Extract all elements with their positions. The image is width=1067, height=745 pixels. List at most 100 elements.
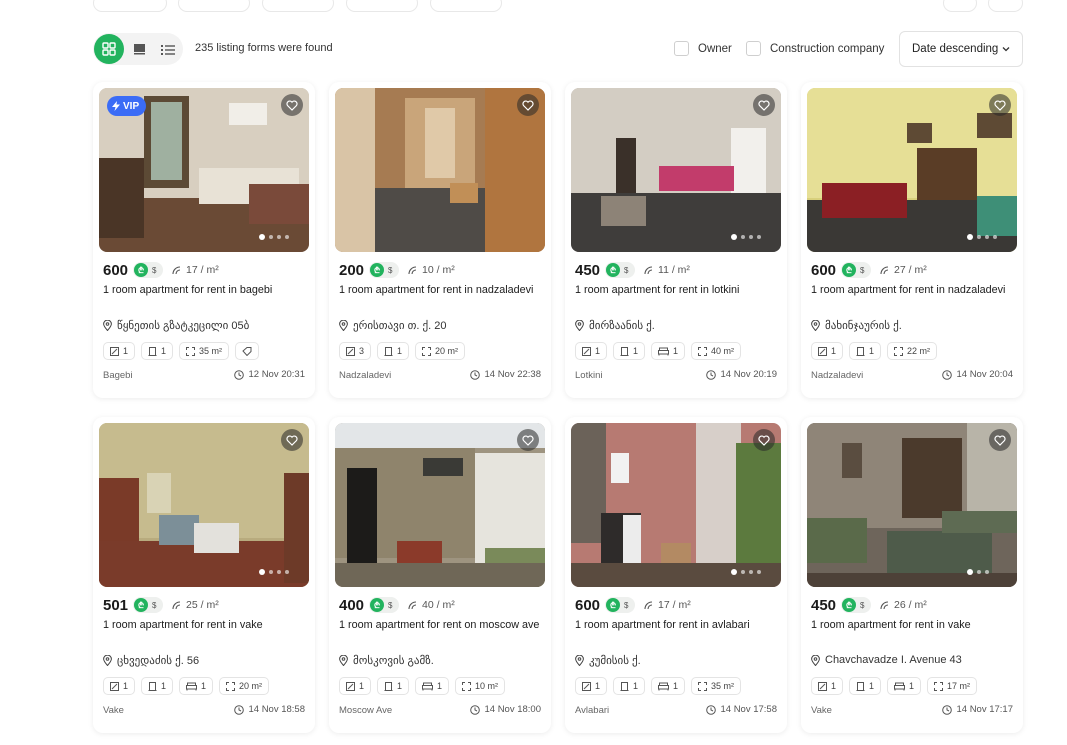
favorite-button[interactable]: [989, 429, 1011, 451]
heart-icon: [758, 434, 770, 446]
usd-currency-icon[interactable]: $: [152, 266, 156, 275]
listing-photo[interactable]: [335, 423, 545, 587]
sort-select[interactable]: Date descending: [899, 31, 1023, 67]
card-view-button[interactable]: [124, 33, 154, 65]
usd-currency-icon[interactable]: $: [152, 601, 156, 610]
listing-title[interactable]: 1 room apartment for rent on moscow ave: [339, 618, 543, 632]
currency-toggle[interactable]: ₾ $: [369, 597, 400, 613]
usd-currency-icon[interactable]: $: [860, 266, 864, 275]
clock-icon: [234, 369, 245, 380]
gel-currency-icon[interactable]: ₾: [370, 598, 385, 612]
listing-address: მირზაანის ქ.: [575, 319, 655, 332]
listing-card[interactable]: 200 ₾ $ 10 / m² 1 room apartment for ren…: [329, 82, 551, 398]
favorite-button[interactable]: [517, 429, 539, 451]
listing-title[interactable]: 1 room apartment for rent in lotkini: [575, 283, 779, 297]
owner-checkbox[interactable]: [674, 41, 689, 56]
usd-currency-icon[interactable]: $: [624, 601, 628, 610]
listing-photo[interactable]: [571, 423, 781, 587]
bedrooms-tag: 1: [141, 342, 174, 360]
favorite-button[interactable]: [281, 94, 303, 116]
gel-currency-icon[interactable]: ₾: [606, 598, 621, 612]
gel-currency-icon[interactable]: ₾: [842, 598, 857, 612]
usd-currency-icon[interactable]: $: [388, 266, 392, 275]
gel-currency-icon[interactable]: ₾: [134, 263, 149, 277]
currency-toggle[interactable]: ₾ $: [841, 597, 872, 613]
currency-toggle[interactable]: ₾ $: [841, 262, 872, 278]
favorite-button[interactable]: [281, 429, 303, 451]
favorite-button[interactable]: [753, 429, 775, 451]
listing-title[interactable]: 1 room apartment for rent in avlabari: [575, 618, 779, 632]
favorite-button[interactable]: [753, 94, 775, 116]
rooms-tag: 3: [339, 342, 372, 360]
filter-pill[interactable]: [178, 0, 250, 12]
currency-toggle[interactable]: ₾ $: [369, 262, 400, 278]
gel-currency-icon[interactable]: ₾: [606, 263, 621, 277]
photo-pagination[interactable]: [259, 569, 289, 575]
photo-pagination[interactable]: [967, 569, 989, 575]
filter-pill[interactable]: [943, 0, 977, 12]
listing-photo[interactable]: [571, 88, 781, 252]
price: 400: [339, 596, 365, 614]
listing-card[interactable]: 501 ₾ $ 25 / m² 1 room apartment for ren…: [93, 417, 315, 733]
currency-toggle[interactable]: ₾ $: [605, 597, 636, 613]
room-photo: [99, 423, 309, 587]
price: 200: [339, 261, 365, 279]
usd-currency-icon[interactable]: $: [860, 601, 864, 610]
room-photo: [807, 88, 1017, 252]
listing-card[interactable]: 400 ₾ $ 40 / m² 1 room apartment for ren…: [329, 417, 551, 733]
address-text: ერისთავი თ. ქ. 20: [353, 320, 447, 332]
gel-currency-icon[interactable]: ₾: [134, 598, 149, 612]
area-tag: 22 m²: [887, 342, 938, 360]
district-label: Vake: [811, 705, 832, 716]
currency-toggle[interactable]: ₾ $: [133, 597, 164, 613]
listing-card[interactable]: 600 ₾ $ 17 / m² 1 room apartment for ren…: [565, 417, 787, 733]
construction-company-filter[interactable]: Construction company: [746, 41, 884, 56]
photo-pagination[interactable]: [967, 234, 997, 240]
gel-currency-icon[interactable]: ₾: [842, 263, 857, 277]
heart-icon: [994, 434, 1006, 446]
feature-tags: 1 1 1 20 m²: [103, 677, 270, 695]
listing-title[interactable]: 1 room apartment for rent in nadzaladevi: [339, 283, 543, 297]
price-per-sqm: 17 / m²: [644, 599, 691, 611]
listing-card[interactable]: 450 ₾ $ 11 / m² 1 room apartment for ren…: [565, 82, 787, 398]
usd-currency-icon[interactable]: $: [624, 266, 628, 275]
heart-icon: [522, 99, 534, 111]
gel-currency-icon[interactable]: ₾: [370, 263, 385, 277]
filter-pill[interactable]: [346, 0, 418, 12]
listing-title[interactable]: 1 room apartment for rent in bagebi: [103, 283, 307, 297]
listing-title[interactable]: 1 room apartment for rent in vake: [103, 618, 307, 632]
price-tag-icon: [880, 600, 889, 609]
filter-pill[interactable]: [262, 0, 334, 12]
filter-pill[interactable]: [93, 0, 167, 12]
photo-pagination[interactable]: [731, 569, 761, 575]
currency-toggle[interactable]: ₾ $: [605, 262, 636, 278]
clock-icon: [706, 704, 717, 715]
listing-photo[interactable]: VIP: [99, 88, 309, 252]
grid-view-button[interactable]: [94, 34, 124, 64]
construction-company-checkbox[interactable]: [746, 41, 761, 56]
address-text: ცხვედაძის ქ. 56: [117, 655, 200, 667]
listing-photo[interactable]: [335, 88, 545, 252]
currency-toggle[interactable]: ₾ $: [133, 262, 164, 278]
photo-pagination[interactable]: [731, 234, 761, 240]
sort-label: Date descending: [912, 43, 999, 55]
filter-pill[interactable]: [988, 0, 1023, 12]
clock-icon: [942, 369, 953, 380]
usd-currency-icon[interactable]: $: [388, 601, 392, 610]
heart-icon: [522, 434, 534, 446]
listing-card[interactable]: VIP 600 ₾ $ 17 / m² 1 room apartment for…: [93, 82, 315, 398]
owner-filter[interactable]: Owner: [674, 41, 732, 56]
listing-photo[interactable]: [807, 423, 1017, 587]
filter-pill[interactable]: [430, 0, 502, 12]
listing-card[interactable]: 450 ₾ $ 26 / m² 1 room apartment for ren…: [801, 417, 1023, 733]
listing-photo[interactable]: [99, 423, 309, 587]
photo-pagination[interactable]: [259, 234, 289, 240]
listing-card[interactable]: 600 ₾ $ 27 / m² 1 room apartment for ren…: [801, 82, 1023, 398]
price-row: 450 ₾ $ 26 / m²: [811, 596, 927, 614]
list-view-button[interactable]: [153, 33, 183, 65]
listing-photo[interactable]: [807, 88, 1017, 252]
listing-title[interactable]: 1 room apartment for rent in nadzaladevi: [811, 283, 1015, 297]
listing-title[interactable]: 1 room apartment for rent in vake: [811, 618, 1015, 632]
favorite-button[interactable]: [517, 94, 539, 116]
favorite-button[interactable]: [989, 94, 1011, 116]
